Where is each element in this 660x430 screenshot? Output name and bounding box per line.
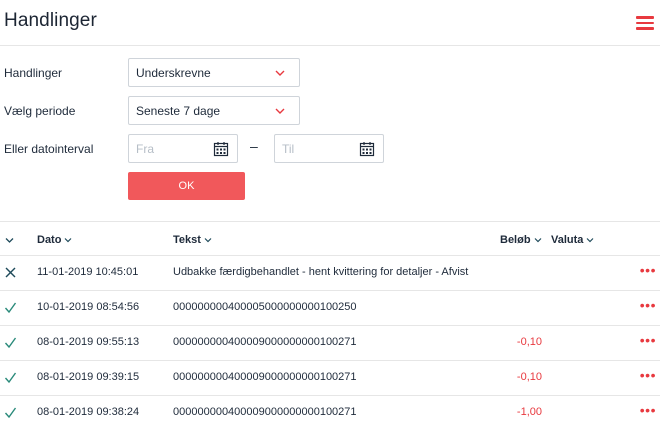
row-date: 08-01-2019 09:55:13 (37, 336, 140, 348)
page-header: Handlinger (0, 0, 660, 46)
more-options-icon[interactable]: ••• (640, 298, 656, 312)
row-date: 11-01-2019 10:45:01 (37, 266, 139, 278)
action-select-value: Underskrevne (136, 66, 211, 80)
more-options-icon[interactable]: ••• (640, 333, 656, 347)
table-row[interactable]: 08-01-2019 09:38:24 00000000040000900000… (0, 395, 660, 430)
column-header-text-label: Tekst (173, 234, 201, 246)
checkmark-icon (4, 372, 17, 384)
row-text: 000000000400009000000000100271 (173, 371, 357, 383)
row-amount: -0,10 (516, 336, 542, 348)
more-options-icon[interactable]: ••• (640, 403, 656, 417)
column-header-text[interactable]: Tekst (173, 234, 212, 246)
action-label: Handlinger (4, 66, 63, 80)
sort-chevron-icon (534, 238, 541, 243)
period-select[interactable]: Seneste 7 dage (128, 96, 300, 125)
column-header-currency[interactable]: Valuta (551, 234, 594, 246)
date-range-separator: – (250, 138, 258, 154)
sort-chevron-icon (65, 238, 72, 243)
to-date-placeholder: Til (282, 142, 295, 156)
from-date-input[interactable]: Fra (128, 134, 238, 163)
table-row[interactable]: 08-01-2019 09:55:13 00000000040000900000… (0, 325, 660, 360)
expand-all-chevron-icon[interactable] (5, 237, 14, 244)
to-date-input[interactable]: Til (274, 134, 384, 163)
column-header-amount[interactable]: Beløb (500, 234, 542, 246)
row-date: 08-01-2019 09:38:24 (37, 406, 140, 418)
period-label: Vælg periode (4, 104, 76, 118)
row-date: 10-01-2019 08:54:56 (37, 301, 140, 313)
table-row[interactable]: 08-01-2019 09:39:15 00000000040000900000… (0, 360, 660, 395)
chevron-down-icon (275, 70, 285, 76)
checkmark-icon (4, 337, 17, 349)
row-text: 000000000400005000000000100250 (173, 301, 357, 313)
from-date-placeholder: Fra (136, 142, 154, 156)
table-row[interactable]: 10-01-2019 08:54:56 00000000040000500000… (0, 290, 660, 325)
ok-button[interactable]: OK (128, 172, 245, 200)
rejected-x-icon (5, 267, 16, 278)
checkmark-icon (4, 302, 17, 314)
checkmark-icon (4, 407, 17, 419)
more-options-icon[interactable]: ••• (640, 368, 656, 382)
row-amount: -0,10 (516, 371, 542, 383)
hamburger-menu-icon[interactable] (636, 16, 654, 30)
row-text: Udbakke færdigbehandlet - hent kvitterin… (173, 266, 469, 278)
chevron-down-icon (275, 108, 285, 114)
sort-chevron-icon (204, 238, 212, 243)
column-header-date[interactable]: Dato (37, 234, 72, 246)
calendar-icon[interactable] (213, 141, 229, 157)
more-options-icon[interactable]: ••• (640, 263, 656, 277)
column-header-date-label: Dato (37, 234, 62, 246)
column-header-currency-label: Valuta (551, 234, 584, 246)
page-title: Handlinger (4, 10, 97, 31)
calendar-icon[interactable] (359, 141, 375, 157)
table-divider (0, 221, 660, 222)
table-row[interactable]: 11-01-2019 10:45:01 Udbakke færdigbehand… (0, 255, 660, 290)
interval-label: Eller datointerval (4, 142, 94, 156)
row-date: 08-01-2019 09:39:15 (37, 371, 140, 383)
column-header-amount-label: Beløb (500, 234, 531, 246)
row-amount: -1,00 (516, 406, 542, 418)
period-select-value: Seneste 7 dage (136, 104, 221, 118)
row-text: 000000000400009000000000100271 (173, 336, 357, 348)
row-text: 000000000400009000000000100271 (173, 406, 357, 418)
action-select[interactable]: Underskrevne (128, 58, 300, 87)
sort-chevron-icon (586, 238, 594, 243)
